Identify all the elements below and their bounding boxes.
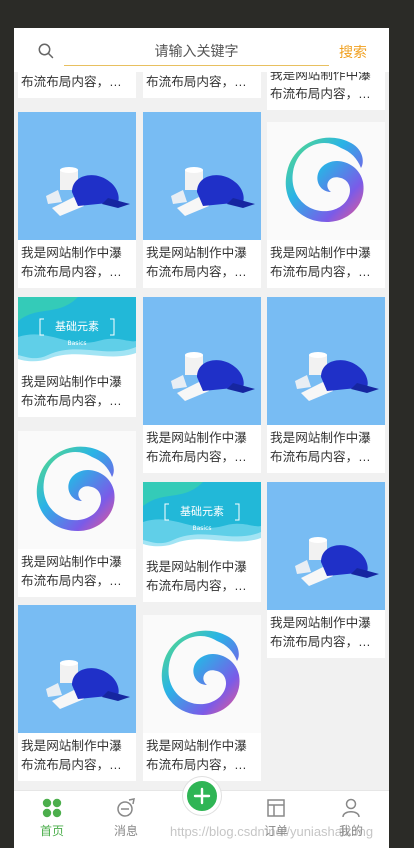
swirl-logo bbox=[143, 615, 261, 733]
caption-line-2: 布流布局内容，内容 bbox=[270, 449, 382, 464]
waterfall-card[interactable]: 我是网站制作中瀑 布流布局内容，内容 bbox=[18, 605, 136, 781]
card-caption: 我是网站制作中瀑 布流布局内容，内容 bbox=[18, 549, 136, 597]
banner-title: 基础元素 bbox=[180, 505, 224, 518]
waterfall-card[interactable]: 基础元素 Basics 我是网站制作中瀑 布流布局内容，内容 bbox=[143, 482, 261, 602]
swirl-logo bbox=[18, 431, 136, 549]
caption-line-2: 布流布局内容，内容 bbox=[21, 573, 133, 588]
waterfall-card[interactable]: 我是网站制作中瀑 布流布局内容，内容 bbox=[143, 615, 261, 781]
caption-line-1: 我是网站制作中瀑 bbox=[146, 739, 247, 753]
caption-line-2: 布流布局内容，内容 bbox=[270, 634, 382, 649]
banner-image: 基础元素 Basics bbox=[143, 482, 261, 554]
card-caption: 我是网站制作中瀑 布流布局内容，内容 bbox=[267, 610, 385, 658]
grid-icon bbox=[42, 798, 62, 818]
caption-line-2: 布流布局内容，内容 bbox=[146, 757, 258, 772]
banner-subtitle: Basics bbox=[192, 525, 211, 532]
caption-line-2: 布流布局内容，内容 bbox=[146, 264, 258, 279]
card-caption: 我是网站制作中瀑 布流布局内容，内容 bbox=[143, 425, 261, 473]
product-photo bbox=[267, 482, 385, 610]
caption-line-1: 我是网站制作中瀑 bbox=[146, 431, 247, 445]
caption-line-1: 我是网站制作中瀑 bbox=[146, 246, 247, 260]
caption-line-1: 我是网站制作中瀑 bbox=[21, 246, 122, 260]
caption-line-2: 布流布局内容，内容 bbox=[21, 264, 133, 279]
caption-line-2: 布流布局内容，内容 bbox=[21, 393, 133, 408]
waterfall-card[interactable]: 我是网站制作中瀑 布流布局内容，内容 bbox=[18, 431, 136, 597]
tab-profile[interactable]: 我的 bbox=[321, 797, 381, 840]
caption-line-2: 布流布局内容，内容 bbox=[146, 74, 258, 89]
caption-line-2: 布流布局内容，内容 bbox=[270, 86, 382, 101]
app-screen: 搜索 我是网站制作中瀑 布流布局内容，内容 我是网站制作中瀑 布流布局内容， bbox=[14, 28, 389, 848]
order-icon bbox=[267, 799, 285, 817]
caption-line-1: 我是网站制作中瀑 bbox=[146, 560, 247, 574]
tab-label: 我的 bbox=[338, 824, 363, 838]
tab-orders[interactable]: 订单 bbox=[246, 797, 306, 840]
card-caption: 我是网站制作中瀑 布流布局内容，内容 bbox=[18, 240, 136, 288]
card-caption: 我是网站制作中瀑 布流布局内容，内容 bbox=[143, 240, 261, 288]
caption-line-2: 布流布局内容，内容 bbox=[146, 578, 258, 593]
caption-line-2: 布流布局内容，内容 bbox=[146, 449, 258, 464]
waterfall-card[interactable]: 我是网站制作中瀑 布流布局内容，内容 bbox=[18, 112, 136, 288]
search-input[interactable] bbox=[64, 36, 329, 66]
card-caption: 我是网站制作中瀑 布流布局内容，内容 bbox=[267, 425, 385, 473]
caption-line-1: 我是网站制作中瀑 bbox=[21, 739, 122, 753]
tab-home[interactable]: 首页 bbox=[22, 797, 82, 840]
card-caption: 我是网站制作中瀑 布流布局内容，内容 bbox=[267, 240, 385, 288]
add-button[interactable] bbox=[183, 777, 221, 815]
bottom-tab-bar: 首页 消息 订单 我的 https://blog.csdn.net/yunias… bbox=[14, 777, 389, 848]
tab-label: 首页 bbox=[39, 824, 64, 838]
tab-label: 订单 bbox=[263, 824, 288, 838]
card-caption: 我是网站制作中瀑 布流布局内容，内容 bbox=[143, 733, 261, 781]
waterfall-card[interactable]: 我是网站制作中瀑 布流布局内容，内容 bbox=[267, 122, 385, 288]
search-button[interactable]: 搜索 bbox=[339, 42, 367, 62]
caption-line-2: 布流布局内容，内容 bbox=[270, 264, 382, 279]
banner-subtitle: Basics bbox=[67, 340, 86, 347]
waterfall-card[interactable]: 基础元素 Basics 我是网站制作中瀑 布流布局内容，内容 bbox=[18, 297, 136, 417]
caption-line-2: 布流布局内容，内容 bbox=[21, 74, 133, 89]
message-icon bbox=[117, 798, 135, 817]
caption-line-1: 我是网站制作中瀑 bbox=[270, 616, 371, 630]
search-bar: 搜索 bbox=[14, 28, 389, 72]
caption-line-1: 我是网站制作中瀑 bbox=[21, 555, 122, 569]
tab-messages[interactable]: 消息 bbox=[96, 797, 156, 840]
waterfall-card[interactable]: 我是网站制作中瀑 布流布局内容，内容 bbox=[143, 112, 261, 288]
card-caption: 我是网站制作中瀑 布流布局内容，内容 bbox=[18, 733, 136, 781]
product-photo bbox=[143, 112, 261, 240]
tab-label: 消息 bbox=[113, 824, 138, 838]
banner-title: 基础元素 bbox=[55, 320, 99, 333]
caption-line-2: 布流布局内容，内容 bbox=[21, 757, 133, 772]
waterfall-card[interactable]: 我是网站制作中瀑 布流布局内容，内容 bbox=[267, 482, 385, 658]
waterfall-card[interactable]: 我是网站制作中瀑 布流布局内容，内容 bbox=[267, 297, 385, 473]
product-photo bbox=[18, 605, 136, 733]
product-photo bbox=[267, 297, 385, 425]
product-photo bbox=[143, 297, 261, 425]
caption-line-1: 我是网站制作中瀑 bbox=[270, 431, 371, 445]
product-photo bbox=[18, 112, 136, 240]
swirl-logo bbox=[267, 122, 385, 240]
banner-image: 基础元素 Basics bbox=[18, 297, 136, 369]
waterfall-card[interactable]: 我是网站制作中瀑 布流布局内容，内容 bbox=[143, 297, 261, 473]
card-caption: 我是网站制作中瀑 布流布局内容，内容 bbox=[18, 369, 136, 417]
plus-icon bbox=[193, 787, 211, 805]
caption-line-1: 我是网站制作中瀑 bbox=[21, 375, 122, 389]
user-icon bbox=[342, 798, 360, 818]
search-icon bbox=[38, 43, 54, 59]
caption-line-1: 我是网站制作中瀑 bbox=[270, 246, 371, 260]
card-caption: 我是网站制作中瀑 布流布局内容，内容 bbox=[143, 554, 261, 602]
